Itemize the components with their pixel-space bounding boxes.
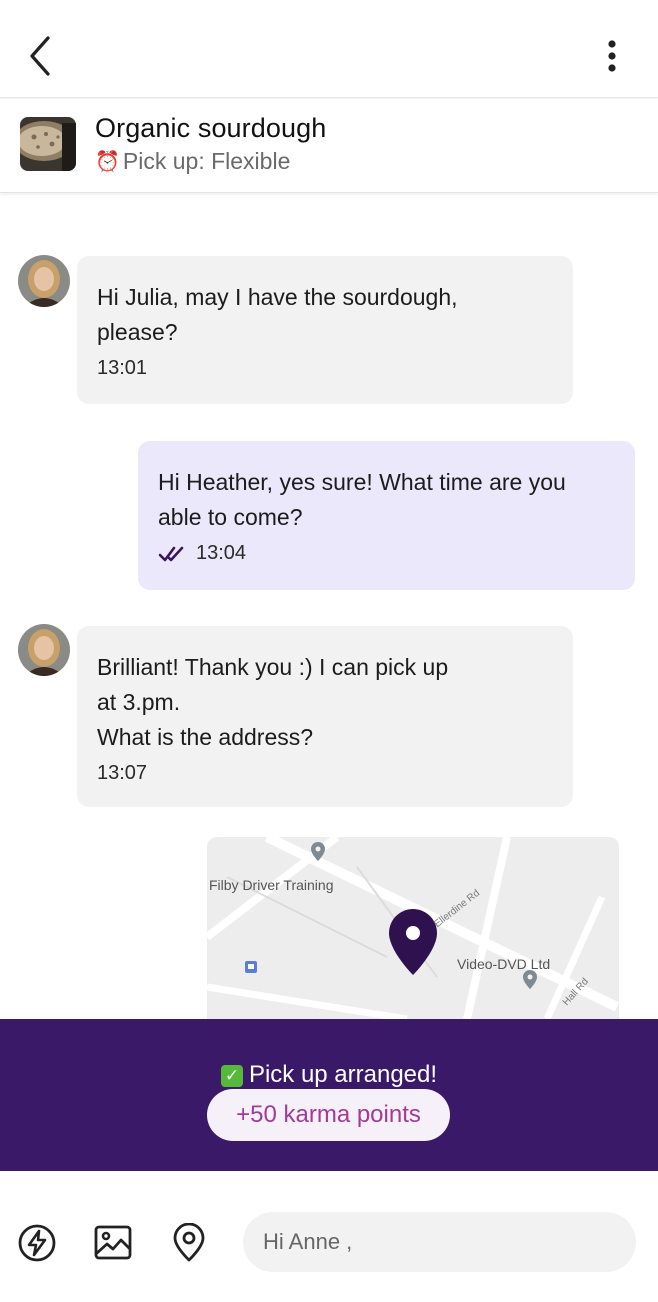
message-bubble-outgoing[interactable]: Hi Heather, yes sure! What time are you … — [138, 441, 635, 590]
message-text-line: at 3.pm. — [97, 689, 181, 715]
message-text-line: please? — [97, 319, 178, 345]
message-text-line: What is the address? — [97, 724, 314, 750]
lightning-icon — [18, 1224, 56, 1262]
alarm-clock-icon: ⏰ — [95, 151, 120, 173]
message-time: 13:07 — [97, 762, 148, 784]
message-composer — [0, 1171, 658, 1302]
message-text-line: Hi Heather, yes sure! What time are you — [158, 469, 566, 495]
message-input[interactable] — [243, 1212, 636, 1272]
image-icon — [94, 1225, 132, 1260]
pickup-text: Pick up: Flexible — [122, 148, 291, 174]
back-button[interactable] — [24, 34, 60, 78]
attach-image-button[interactable] — [93, 1223, 133, 1263]
message-time: 13:01 — [97, 357, 148, 379]
map-label: Video-DVD Ltd — [457, 956, 551, 972]
pickup-info: ⏰ Pick up: Flexible — [95, 148, 290, 175]
chevron-left-icon — [30, 36, 50, 76]
message-text-line: able to come? — [158, 504, 303, 530]
message-text-line: Hi Julia, may I have the sourdough, — [97, 284, 458, 310]
message-bubble-incoming[interactable]: Hi Julia, may I have the sourdough, plea… — [77, 256, 573, 404]
top-bar — [0, 0, 658, 98]
share-location-button[interactable] — [169, 1222, 209, 1263]
location-map[interactable]: Filby Driver Training Ellerdine Rd Video… — [207, 837, 619, 1019]
pickup-arranged-banner: ✓ Pick up arranged! +50 karma points — [0, 1019, 658, 1171]
message-meta: 13:04 — [158, 536, 615, 570]
karma-points-badge[interactable]: +50 karma points — [207, 1089, 450, 1141]
banner-text: Pick up arranged! — [248, 1061, 438, 1088]
double-check-icon — [158, 546, 184, 562]
check-mark-icon: ✓ — [220, 1065, 243, 1087]
more-vertical-icon — [608, 40, 616, 72]
map-label: Filby Driver Training — [209, 877, 334, 893]
listing-thumbnail — [20, 117, 76, 171]
message-time: 13:04 — [196, 542, 247, 564]
listing-header[interactable]: Organic sourdough ⏰ Pick up: Flexible — [0, 99, 658, 193]
location-pin-icon — [173, 1222, 205, 1262]
listing-title: Organic sourdough — [95, 113, 327, 143]
message-text-line: Brilliant! Thank you :) I can pick up — [97, 654, 449, 680]
message-bubble-incoming[interactable]: Brilliant! Thank you :) I can pick up at… — [77, 626, 573, 807]
more-options-button[interactable] — [600, 38, 624, 74]
sender-avatar[interactable] — [18, 255, 70, 307]
quick-reply-button[interactable] — [17, 1223, 57, 1263]
sender-avatar[interactable] — [18, 624, 70, 676]
